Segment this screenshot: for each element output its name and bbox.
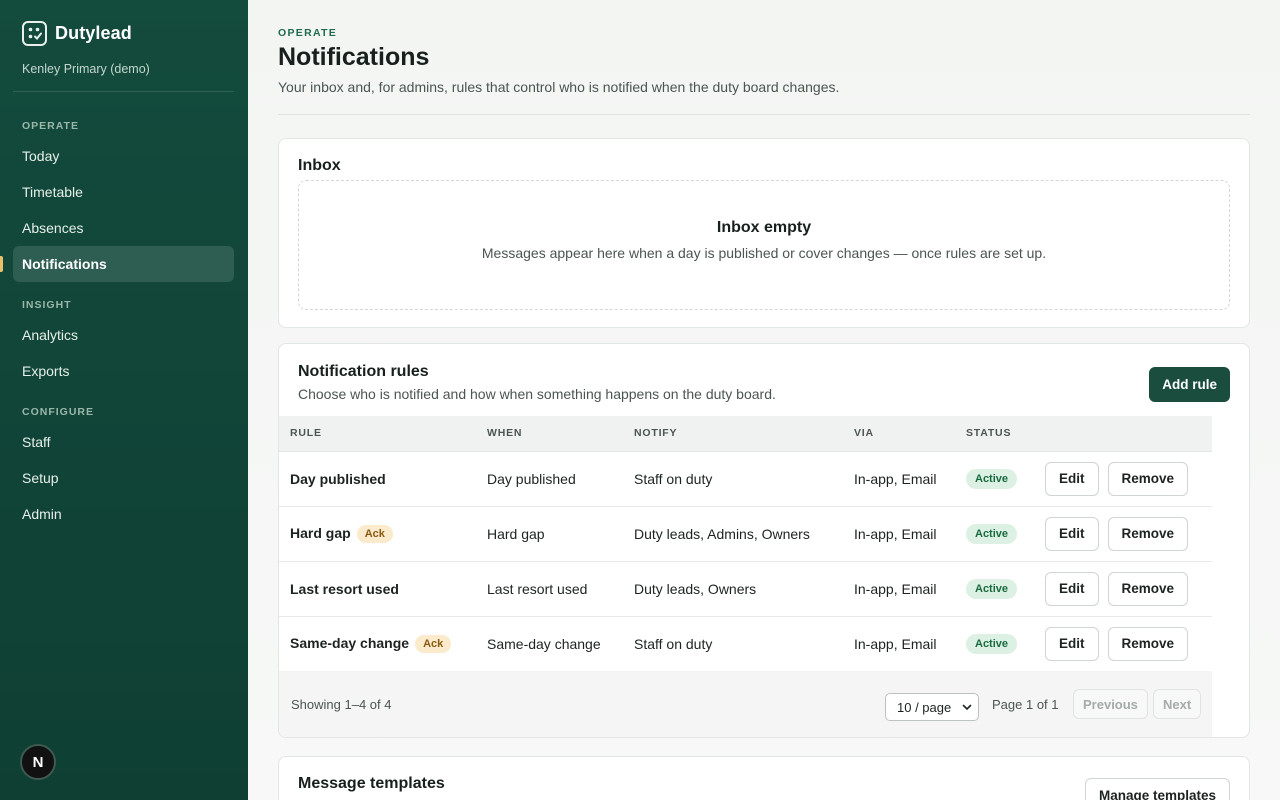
rule-via: In-app, Email (843, 616, 955, 672)
sidebar-item-analytics[interactable]: Analytics (13, 317, 234, 353)
rules-card: Notification rules Choose who is notifie… (278, 343, 1250, 738)
rules-table: RULE WHEN NOTIFY VIA STATUS Day publishe… (279, 416, 1212, 672)
per-page-value: 10 / page (897, 699, 952, 715)
page-indicator: Page 1 of 1 (992, 697, 1059, 712)
sidebar-item-today[interactable]: Today (13, 138, 234, 174)
previous-page-button[interactable]: Previous (1073, 689, 1148, 719)
header-divider (278, 114, 1250, 115)
rule-notify: Duty leads, Admins, Owners (623, 506, 843, 562)
edit-rule-button[interactable]: Edit (1045, 461, 1099, 496)
remove-rule-button[interactable]: Remove (1107, 461, 1189, 496)
remove-rule-button[interactable]: Remove (1107, 516, 1189, 551)
column-header-actions (1034, 416, 1212, 452)
section-label-operate: OPERATE (22, 120, 79, 132)
main-content: OPERATE Notifications Your inbox and, fo… (248, 0, 1280, 800)
column-header-status[interactable]: STATUS (955, 416, 1034, 452)
column-header-rule[interactable]: RULE (279, 416, 476, 452)
ack-badge: Ack (356, 524, 393, 543)
chevron-down-icon (962, 704, 972, 711)
rules-title: Notification rules (298, 363, 429, 380)
per-page-select[interactable]: 10 / page (885, 693, 979, 721)
rule-name-cell: Hard gap Ack (279, 506, 476, 562)
dutylead-logo-icon (22, 21, 47, 46)
page-subtitle: Your inbox and, for admins, rules that c… (278, 79, 840, 95)
next-page-button[interactable]: Next (1153, 689, 1202, 719)
table-row: Hard gap Ack Hard gap Duty leads, Admins,… (279, 506, 1212, 562)
templates-card: Message templates Manage templates (278, 756, 1250, 800)
rule-status-cell: Active (955, 506, 1034, 562)
inbox-empty-state: Inbox empty Messages appear here when a … (298, 180, 1230, 310)
ack-badge: Ack (415, 634, 452, 653)
remove-rule-button[interactable]: Remove (1107, 626, 1189, 661)
rules-subtitle: Choose who is notified and how when some… (298, 386, 776, 402)
rule-via: In-app, Email (843, 561, 955, 617)
section-label-configure: CONFIGURE (22, 406, 94, 418)
rule-when: Last resort used (476, 561, 623, 617)
page-title: Notifications (278, 43, 430, 71)
status-badge: Active (966, 578, 1018, 599)
rule-name: Last resort used (279, 561, 476, 617)
inbox-card: Inbox Inbox empty Messages appear here w… (278, 138, 1250, 328)
rule-actions: Edit Remove (1034, 616, 1212, 672)
remove-rule-button[interactable]: Remove (1107, 571, 1189, 606)
rule-via: In-app, Email (843, 506, 955, 562)
edit-rule-button[interactable]: Edit (1045, 626, 1099, 661)
section-label-insight: INSIGHT (22, 299, 72, 311)
rule-status-cell: Active (955, 561, 1034, 617)
rule-actions: Edit Remove (1034, 451, 1212, 507)
sidebar-item-admin[interactable]: Admin (13, 496, 234, 532)
table-row: Day published Day published Staff on dut… (279, 451, 1212, 507)
add-rule-button[interactable]: Add rule (1149, 367, 1230, 402)
sidebar-divider (13, 91, 234, 92)
rule-notify: Duty leads, Owners (623, 561, 843, 617)
sidebar-item-absences[interactable]: Absences (13, 210, 234, 246)
rule-status-cell: Active (955, 451, 1034, 507)
rule-when: Day published (476, 451, 623, 507)
sidebar-item-notifications[interactable]: Notifications (13, 246, 234, 282)
sidebar-item-staff[interactable]: Staff (13, 424, 234, 460)
rule-actions: Edit Remove (1034, 561, 1212, 617)
rule-status-cell: Active (955, 616, 1034, 672)
templates-title: Message templates (298, 775, 445, 792)
inbox-empty-text: Messages appear here when a day is publi… (481, 245, 1047, 261)
column-header-notify[interactable]: NOTIFY (623, 416, 843, 452)
brand[interactable]: Dutylead (22, 21, 132, 46)
column-header-via[interactable]: VIA (843, 416, 955, 452)
sidebar: Dutylead Kenley Primary (demo) OPERATE T… (0, 0, 248, 800)
sidebar-item-exports[interactable]: Exports (13, 353, 234, 389)
active-nav-marker (0, 256, 3, 272)
sidebar-item-timetable[interactable]: Timetable (13, 174, 234, 210)
rule-via: In-app, Email (843, 451, 955, 507)
table-row: Same-day change Ack Same-day change Staff… (279, 616, 1212, 672)
rule-notify: Staff on duty (623, 451, 843, 507)
edit-rule-button[interactable]: Edit (1045, 516, 1099, 551)
rule-when: Hard gap (476, 506, 623, 562)
user-avatar[interactable]: N (20, 744, 56, 780)
status-badge: Active (966, 633, 1018, 654)
table-header-row: RULE WHEN NOTIFY VIA STATUS (279, 416, 1212, 452)
page-eyebrow: OPERATE (278, 27, 338, 39)
manage-templates-button[interactable]: Manage templates (1084, 778, 1230, 800)
rule-name: Hard gap (290, 524, 351, 541)
inbox-title: Inbox (298, 157, 341, 174)
sidebar-item-setup[interactable]: Setup (13, 460, 234, 496)
inbox-empty-title: Inbox empty (716, 219, 812, 236)
table-row: Last resort used Last resort used Duty l… (279, 561, 1212, 617)
rule-name: Day published (279, 451, 476, 507)
table-footer: Showing 1–4 of 4 10 / page Page 1 of 1 P… (279, 671, 1212, 737)
rule-when: Same-day change (476, 616, 623, 672)
org-name: Kenley Primary (demo) (22, 62, 150, 76)
rule-name-cell: Same-day change Ack (279, 616, 476, 672)
rule-actions: Edit Remove (1034, 506, 1212, 562)
rule-notify: Staff on duty (623, 616, 843, 672)
app-name: Dutylead (55, 23, 132, 43)
rule-name: Same-day change (290, 634, 410, 651)
column-header-when[interactable]: WHEN (476, 416, 623, 452)
status-badge: Active (966, 523, 1018, 544)
status-badge: Active (966, 468, 1018, 489)
showing-count: Showing 1–4 of 4 (291, 697, 392, 712)
edit-rule-button[interactable]: Edit (1045, 571, 1099, 606)
